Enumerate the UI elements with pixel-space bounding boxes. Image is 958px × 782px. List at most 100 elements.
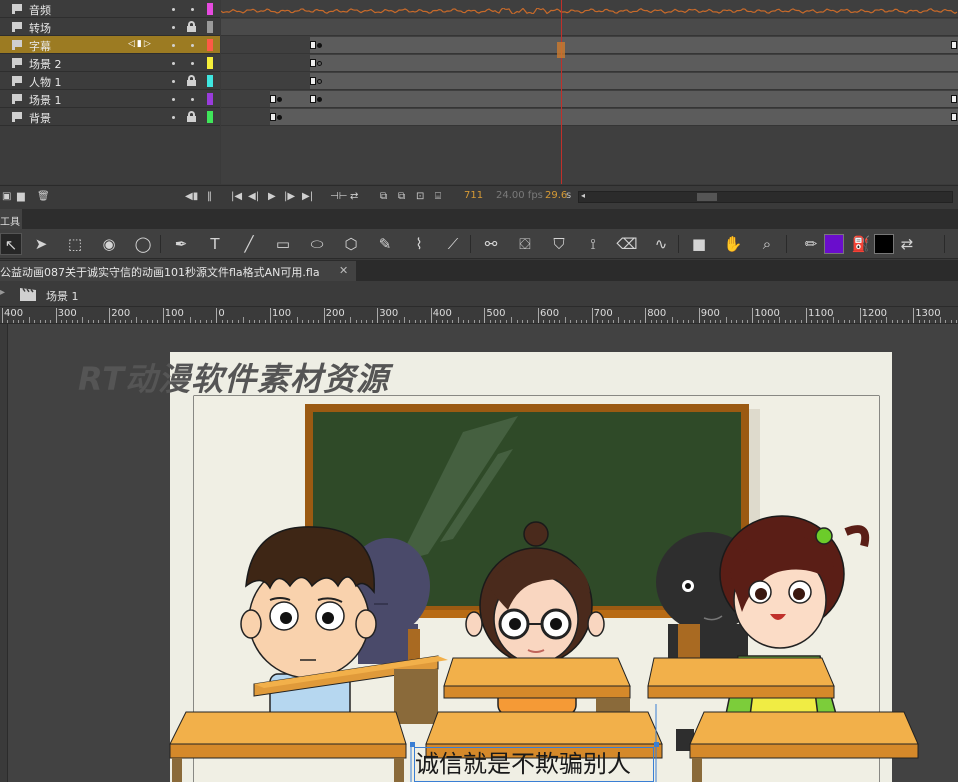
new-layer-icon[interactable]: ▣	[2, 191, 11, 203]
layer-color-swatch[interactable]	[207, 111, 213, 123]
layer-name[interactable]: 背景	[29, 110, 51, 126]
timeline-frames[interactable]	[221, 0, 958, 184]
step-forward-icon[interactable]: |▶	[284, 191, 295, 203]
layer-name[interactable]: 转场	[29, 20, 51, 36]
modify-markers-icon[interactable]: ⌸	[435, 191, 441, 203]
tools-panel-tab[interactable]: 工具	[0, 209, 958, 229]
camera-tool-icon[interactable]: ■	[688, 233, 710, 255]
stage-pasteboard[interactable]: RT动漫软件素材资源 诚信就是不欺骗别人	[8, 324, 958, 782]
selection-tool-icon[interactable]: ↖	[0, 233, 22, 255]
center-frame-icon[interactable]: ⊣⊢	[330, 191, 347, 203]
keyframe-end[interactable]	[951, 41, 957, 49]
bone-tool-icon[interactable]: ⚯	[480, 233, 502, 255]
hand-tool-icon[interactable]: ✋	[722, 233, 744, 255]
subtitle-text[interactable]: 诚信就是不欺骗别人	[414, 747, 654, 782]
frame-row[interactable]	[221, 18, 958, 36]
polystar-tool-icon[interactable]: ⬡	[340, 233, 362, 255]
3d-rotation-icon[interactable]: ◉	[98, 233, 120, 255]
delete-layer-icon[interactable]: 🗑	[37, 191, 50, 203]
pause-icon[interactable]: ‖	[207, 191, 212, 203]
text-tool-icon[interactable]: T	[204, 233, 226, 255]
layer-row[interactable]: 场景 1	[0, 90, 220, 108]
paint-brush-icon[interactable]: ⟋	[442, 233, 464, 255]
keyframe-dot[interactable]	[317, 79, 322, 84]
subselection-tool-icon[interactable]: ➤	[30, 233, 52, 255]
scene-name[interactable]: 场景 1	[46, 288, 79, 304]
lock-dot-icon[interactable]	[191, 44, 194, 47]
layer-color-swatch[interactable]	[207, 57, 213, 69]
frame-span[interactable]	[270, 109, 958, 125]
camera-icon[interactable]: ◀▮	[185, 191, 198, 203]
layer-row[interactable]: 人物 1	[0, 72, 220, 90]
lock-dot-icon[interactable]	[191, 62, 194, 65]
current-frame[interactable]: 711	[464, 190, 483, 201]
frame-span[interactable]	[310, 55, 958, 71]
visibility-dot-icon[interactable]	[172, 98, 175, 101]
lasso-icon[interactable]: ◯	[132, 233, 154, 255]
keyframe-dot[interactable]	[277, 97, 282, 102]
visibility-dot-icon[interactable]	[172, 44, 175, 47]
ink-bottle-icon[interactable]: ⛉	[548, 233, 570, 255]
pencil-tool-icon[interactable]: ✎	[374, 233, 396, 255]
swap-colors-icon[interactable]: ⇄	[896, 233, 918, 255]
keyframe-marker[interactable]	[310, 59, 316, 67]
layer-row[interactable]: 字幕 ◁▮▷	[0, 36, 220, 54]
visibility-dot-icon[interactable]	[172, 8, 175, 11]
frame-span[interactable]	[270, 91, 958, 107]
keyframe-end[interactable]	[951, 113, 957, 121]
keyframe-marker[interactable]	[310, 95, 316, 103]
loop-icon[interactable]: ⇄	[350, 191, 358, 203]
layer-color-swatch[interactable]	[207, 75, 213, 87]
frame-row[interactable]	[221, 72, 958, 90]
keyframe-dot[interactable]	[277, 115, 282, 120]
layer-name[interactable]: 场景 1	[29, 92, 62, 108]
layer-name[interactable]: 音频	[29, 2, 51, 18]
layer-color-swatch[interactable]	[207, 21, 213, 33]
step-back-icon[interactable]: ◀|	[248, 191, 259, 203]
frame-row[interactable]	[221, 0, 958, 18]
frame-span[interactable]	[310, 73, 958, 89]
brush-tool-icon[interactable]: ⌇	[408, 233, 430, 255]
layer-name[interactable]: 人物 1	[29, 74, 62, 90]
oval-tool-icon[interactable]: ⬭	[306, 233, 328, 255]
eyedropper-icon[interactable]: ⟟	[582, 233, 604, 255]
lock-icon[interactable]	[187, 111, 196, 122]
timeline-scrollbar[interactable]: ◂	[578, 191, 953, 203]
close-tab-icon[interactable]: ✕	[339, 264, 348, 277]
layer-row[interactable]: 背景	[0, 108, 220, 126]
width-tool-icon[interactable]: ∿	[650, 233, 672, 255]
lock-icon[interactable]	[187, 21, 196, 32]
fill-color-icon[interactable]: ⛽	[850, 233, 872, 255]
keyframe-end[interactable]	[951, 95, 957, 103]
stroke-color-swatch[interactable]	[874, 234, 894, 254]
frame-row[interactable]	[221, 90, 958, 108]
keyframe-marker[interactable]	[270, 113, 276, 121]
layer-color-swatch[interactable]	[207, 3, 213, 15]
stroke-color-icon[interactable]: ✏	[800, 233, 822, 255]
new-folder-icon[interactable]: ▆	[17, 191, 25, 203]
keyframe-marker[interactable]	[310, 41, 316, 49]
document-tab[interactable]: 公益动画087关于诚实守信的动画101秒源文件fla格式AN可用.fla ✕	[0, 261, 356, 281]
onion-outline-icon[interactable]: ⧉	[398, 191, 405, 203]
layer-name[interactable]: 字幕	[29, 38, 51, 54]
zoom-tool-icon[interactable]: ⌕	[756, 233, 778, 255]
line-tool-icon[interactable]: ╱	[238, 233, 260, 255]
visibility-dot-icon[interactable]	[172, 116, 175, 119]
keyframe-dot[interactable]	[317, 97, 322, 102]
edit-multiple-icon[interactable]: ⊡	[416, 191, 424, 203]
layer-row[interactable]: 转场	[0, 18, 220, 36]
keyframe-marker[interactable]	[310, 77, 316, 85]
scroll-left-icon[interactable]: ◂	[581, 191, 585, 200]
first-frame-icon[interactable]: |◀	[231, 191, 242, 203]
play-icon[interactable]: ▶	[268, 191, 276, 203]
fill-color-swatch[interactable]	[824, 234, 844, 254]
layer-color-swatch[interactable]	[207, 93, 213, 105]
frame-row[interactable]	[221, 36, 958, 54]
frame-row[interactable]	[221, 108, 958, 126]
keyframe-marker[interactable]	[270, 95, 276, 103]
back-arrow-icon[interactable]: ▸	[0, 287, 5, 298]
elapsed-time[interactable]: 29.6	[545, 190, 567, 201]
lock-dot-icon[interactable]	[191, 98, 194, 101]
paint-bucket-icon[interactable]: ⛋	[514, 233, 536, 255]
lock-icon[interactable]	[187, 75, 196, 86]
